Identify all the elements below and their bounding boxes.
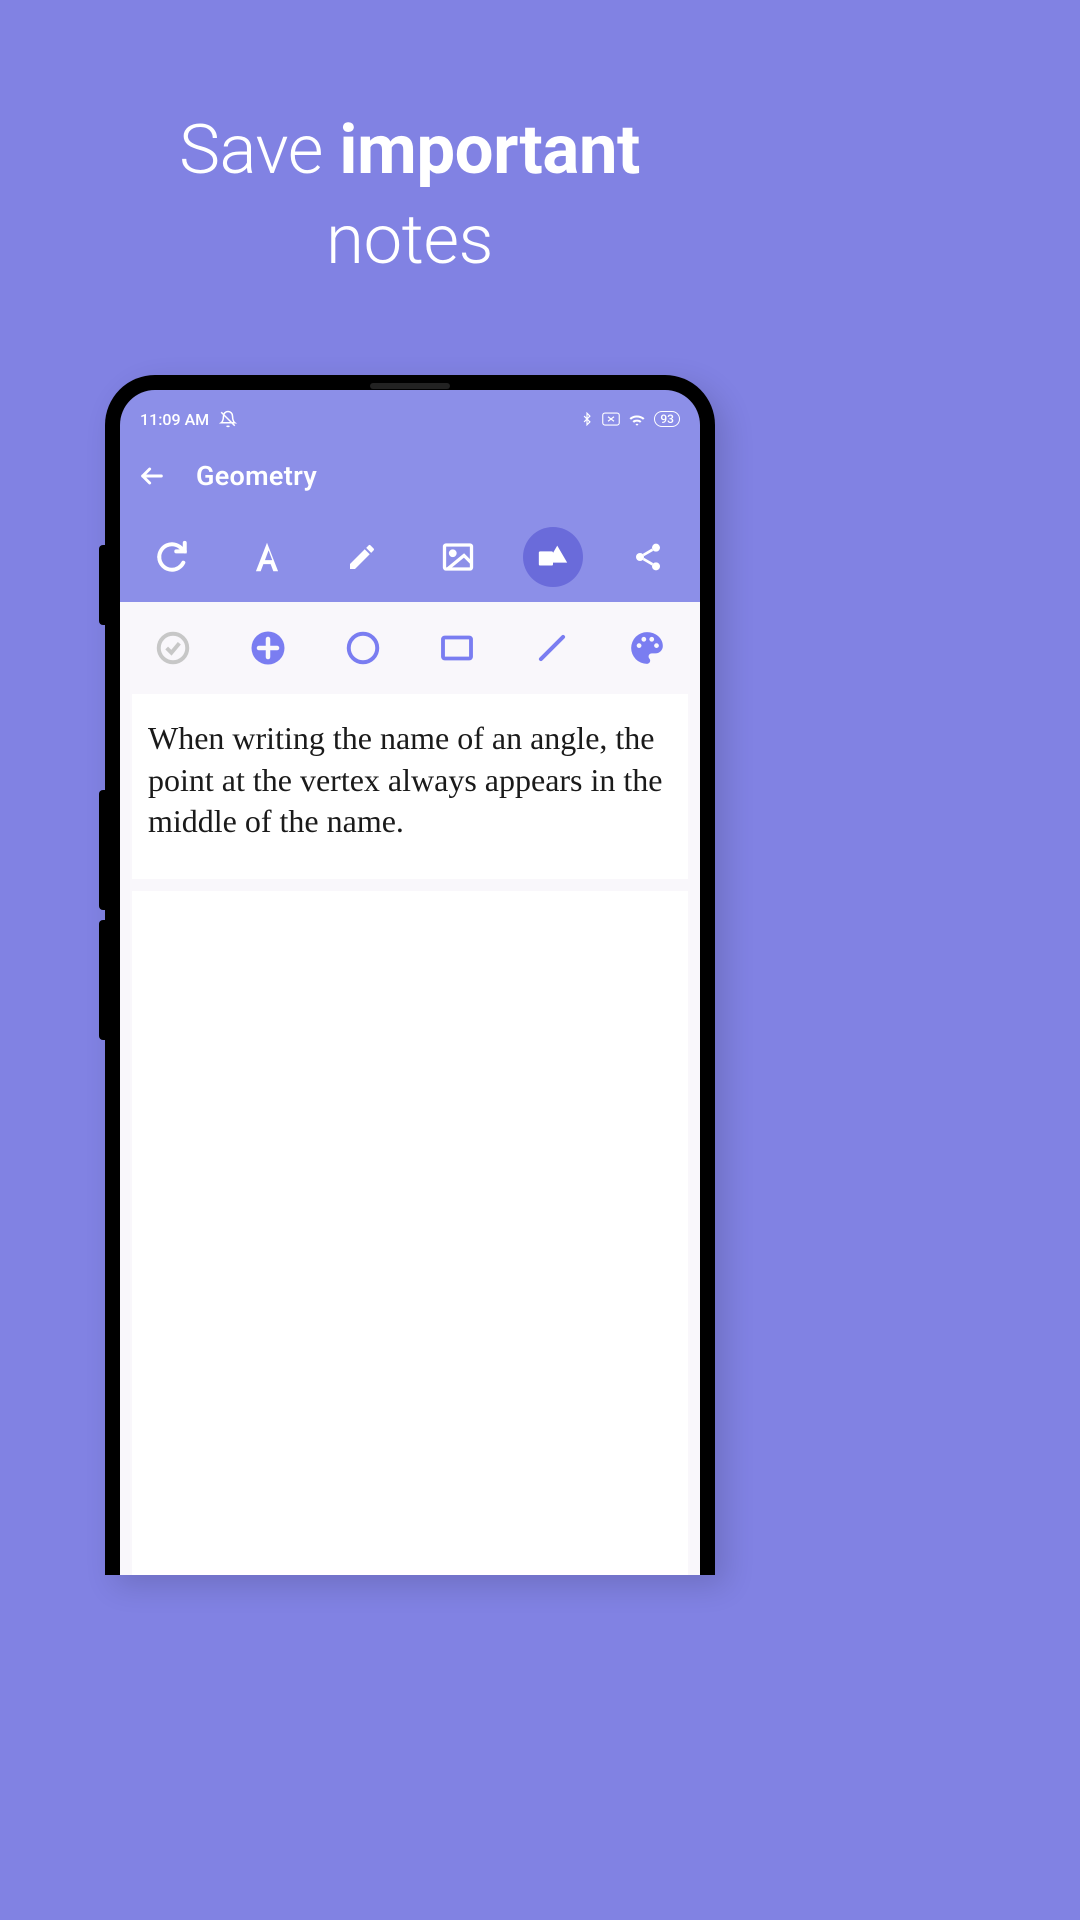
headline: Save important notes — [0, 0, 819, 284]
line-shape-button[interactable] — [522, 618, 582, 678]
wifi-icon — [628, 412, 646, 426]
primary-toolbar — [120, 512, 700, 602]
phone-side-button — [99, 790, 105, 910]
note-text: When writing the name of an angle, the p… — [148, 718, 672, 843]
rectangle-shape-button[interactable] — [427, 618, 487, 678]
battery-indicator: 93 — [654, 411, 680, 427]
shapes-tool-button[interactable] — [523, 527, 583, 587]
palette-button[interactable] — [617, 618, 677, 678]
redo-button[interactable] — [142, 527, 202, 587]
content-area: When writing the name of an angle, the p… — [120, 602, 700, 1575]
note-card[interactable]: When writing the name of an angle, the p… — [132, 694, 688, 879]
shape-toolbar — [120, 602, 700, 694]
status-bar: 11:09 AM 93 — [120, 404, 700, 434]
app-bar: Geometry — [120, 440, 700, 512]
mute-icon — [219, 410, 237, 428]
back-button[interactable] — [138, 462, 166, 490]
phone-side-button — [99, 545, 105, 625]
phone-screen: 11:09 AM 93 — [120, 390, 700, 1575]
drawing-canvas[interactable] — [132, 891, 688, 1575]
battery-value: 93 — [660, 412, 674, 426]
text-tool-button[interactable] — [237, 527, 297, 587]
image-tool-button[interactable] — [428, 527, 488, 587]
headline-bold: important — [339, 109, 640, 190]
headline-after: notes — [326, 199, 493, 280]
add-shape-button[interactable] — [238, 618, 298, 678]
bluetooth-icon — [580, 412, 594, 426]
status-time: 11:09 AM — [140, 410, 209, 429]
page-title: Geometry — [196, 460, 317, 492]
rotation-lock-icon — [602, 412, 620, 426]
share-button[interactable] — [618, 527, 678, 587]
circle-shape-button[interactable] — [333, 618, 393, 678]
phone-side-button — [99, 920, 105, 1040]
headline-before: Save — [179, 109, 339, 190]
phone-frame: 11:09 AM 93 — [105, 375, 715, 1575]
pencil-tool-button[interactable] — [332, 527, 392, 587]
confirm-shape-button[interactable] — [143, 618, 203, 678]
app-chrome: Geometry — [120, 440, 700, 1575]
phone-speaker — [370, 383, 450, 389]
